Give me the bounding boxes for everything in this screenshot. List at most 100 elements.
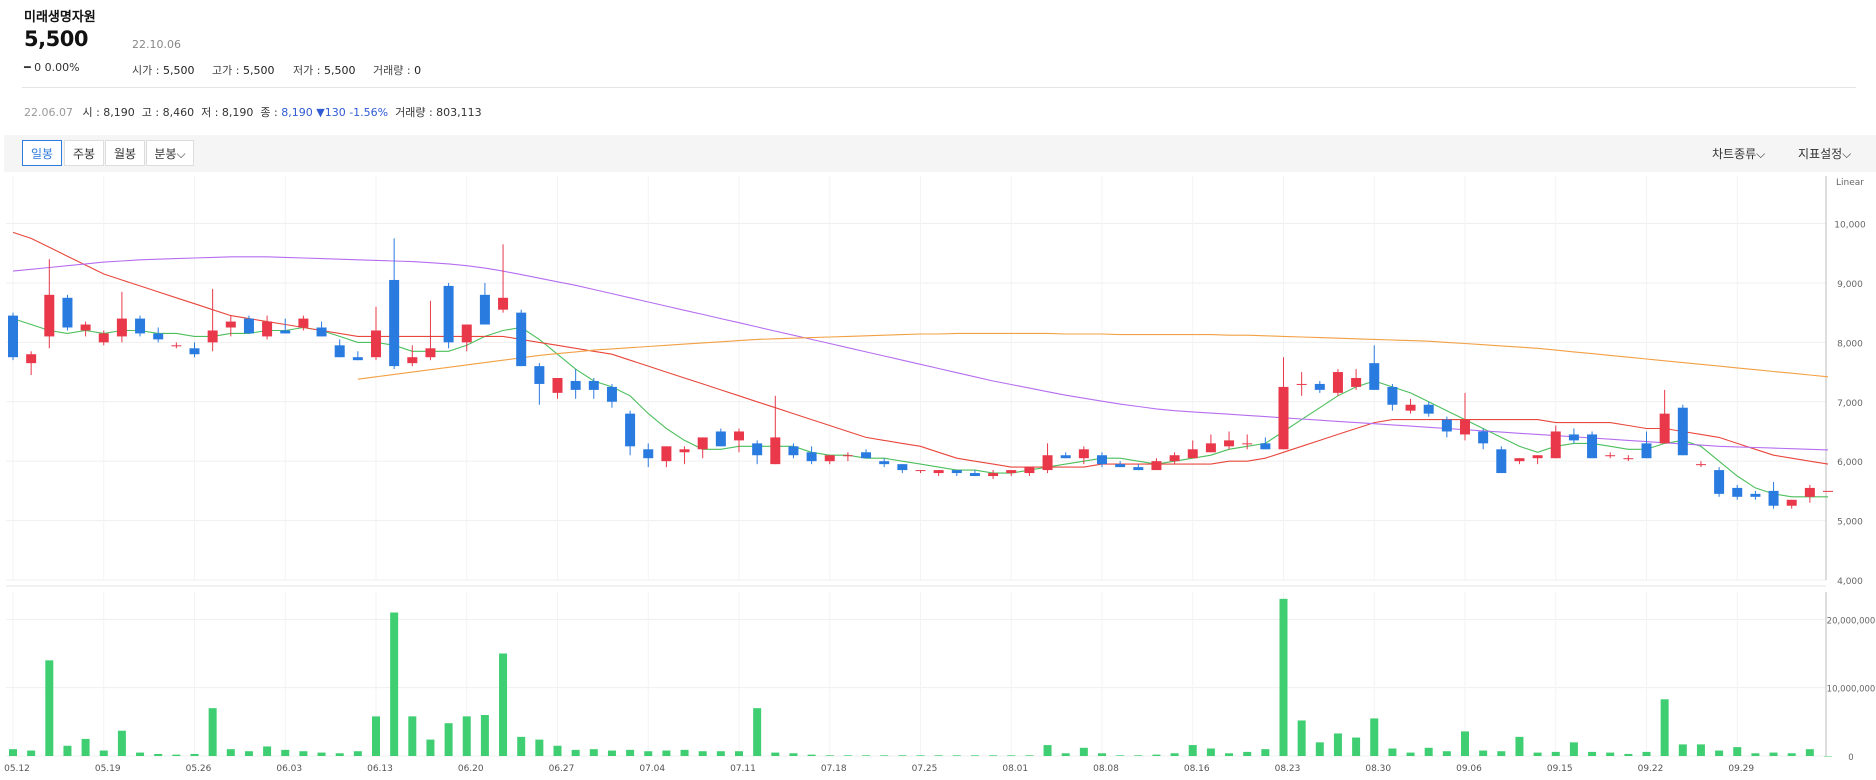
volume-bar bbox=[1134, 755, 1143, 756]
volume-bar bbox=[753, 708, 762, 756]
candle-body bbox=[189, 348, 200, 355]
candle-body bbox=[606, 386, 617, 402]
volume-bar bbox=[1715, 750, 1724, 756]
date-tick-label: 09.06 bbox=[1456, 764, 1482, 774]
price-tick-label: 9,000 bbox=[1837, 280, 1863, 290]
candle-body bbox=[734, 431, 744, 441]
volume-bar bbox=[589, 749, 598, 756]
volume-bar bbox=[1188, 745, 1197, 756]
date-tick-label: 08.23 bbox=[1275, 764, 1301, 774]
volume-bar bbox=[644, 751, 653, 756]
candle-body bbox=[1714, 470, 1725, 494]
candle-body bbox=[44, 294, 55, 337]
volume-bar bbox=[299, 751, 308, 756]
volume-bar bbox=[1461, 731, 1469, 756]
price-tick-label: 10,000 bbox=[1834, 221, 1866, 231]
volume-bar bbox=[1370, 718, 1379, 756]
date-tick-label: 09.15 bbox=[1547, 764, 1573, 774]
date-tick-label: 08.30 bbox=[1365, 764, 1391, 774]
volume-bar bbox=[1569, 742, 1578, 756]
candle-body bbox=[1441, 419, 1452, 432]
volume-bar bbox=[843, 755, 852, 756]
candle-body bbox=[552, 378, 563, 393]
date-tick-label: 06.20 bbox=[458, 764, 484, 774]
candle-body bbox=[1423, 404, 1434, 414]
candle-body bbox=[1405, 404, 1416, 411]
candle-body bbox=[1351, 378, 1362, 387]
volume-bar bbox=[372, 716, 380, 756]
volume-tick-label: 20,000,000 bbox=[1827, 616, 1876, 626]
volume-bar bbox=[226, 749, 235, 756]
volume-tick-label: 0 bbox=[1848, 753, 1853, 763]
candle-body bbox=[915, 470, 926, 472]
volume-bar bbox=[1079, 747, 1088, 756]
candle-body bbox=[461, 324, 472, 343]
candle-body bbox=[570, 380, 581, 390]
candle-body bbox=[135, 318, 146, 334]
date-tick-label: 08.16 bbox=[1184, 764, 1210, 774]
candle-body bbox=[988, 473, 999, 477]
volume-bar bbox=[571, 749, 580, 756]
candle-body bbox=[1732, 487, 1743, 497]
volume-bar bbox=[1315, 742, 1324, 756]
candle-body bbox=[98, 333, 109, 343]
candle-body bbox=[1623, 458, 1634, 460]
candle-body bbox=[425, 348, 436, 358]
volume-bar bbox=[916, 755, 925, 756]
volume-bar bbox=[81, 738, 90, 756]
candle-body bbox=[1768, 490, 1779, 506]
volume-bar bbox=[680, 749, 689, 756]
volume-bar bbox=[390, 612, 399, 756]
candle-body bbox=[1605, 455, 1616, 457]
volume-bar bbox=[1533, 752, 1542, 756]
volume-bar bbox=[970, 755, 979, 756]
volume-bar bbox=[117, 730, 126, 756]
candle-body bbox=[897, 464, 908, 471]
volume-bar bbox=[735, 751, 743, 756]
candle-body bbox=[1550, 431, 1561, 459]
date-tick-label: 09.22 bbox=[1638, 764, 1664, 774]
volume-bar bbox=[499, 653, 508, 756]
volume-bar bbox=[172, 754, 181, 756]
volume-bar bbox=[1588, 751, 1597, 756]
volume-bar bbox=[1297, 720, 1306, 756]
candle-body bbox=[516, 312, 527, 367]
volume-bar bbox=[1696, 744, 1705, 756]
candle-body bbox=[1750, 493, 1761, 497]
volume-bar bbox=[807, 754, 816, 756]
candle-body bbox=[1677, 407, 1688, 456]
volume-bar bbox=[408, 716, 417, 756]
volume-bar bbox=[190, 753, 199, 756]
volume-bar bbox=[462, 716, 471, 756]
volume-tick-label: 10,000,000 bbox=[1827, 685, 1876, 695]
candle-body bbox=[1786, 499, 1797, 506]
candle-body bbox=[334, 345, 345, 358]
candle-body bbox=[661, 446, 672, 462]
volume-bar bbox=[444, 723, 453, 756]
volume-bar bbox=[898, 755, 907, 756]
candle-body bbox=[1314, 383, 1325, 390]
volume-bar bbox=[353, 751, 362, 756]
volume-bar bbox=[1515, 736, 1524, 756]
candle-body bbox=[1804, 487, 1815, 497]
date-tick-label: 09.29 bbox=[1728, 764, 1754, 774]
price-tick-label: 6,000 bbox=[1837, 458, 1863, 468]
candle-body bbox=[1024, 467, 1035, 474]
candle-body bbox=[1332, 372, 1343, 393]
candle-body bbox=[679, 449, 690, 453]
stock-chart[interactable]: 10,000 9,000 8,000 7,000 6,000 5,000 4,000 20,0… bbox=[0, 0, 1876, 780]
volume-bar bbox=[154, 753, 163, 756]
candle-body bbox=[1568, 434, 1579, 441]
volume-bar bbox=[1116, 755, 1125, 756]
candle-body bbox=[1460, 419, 1470, 435]
candle-body bbox=[225, 321, 236, 328]
candle-body bbox=[62, 297, 73, 328]
candle-body bbox=[298, 318, 309, 328]
volume-bar bbox=[1333, 733, 1342, 756]
date-tick-label: 07.11 bbox=[730, 764, 756, 774]
volume-bar bbox=[27, 750, 36, 756]
candle-body bbox=[1006, 470, 1017, 474]
volume-bar bbox=[63, 745, 72, 756]
candle-body bbox=[243, 318, 254, 334]
volume-bar bbox=[1352, 737, 1361, 756]
